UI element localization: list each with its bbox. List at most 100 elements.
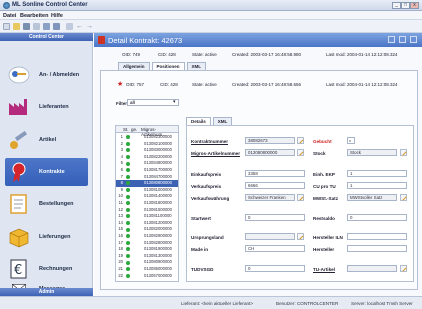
open-folder-icon[interactable]	[13, 23, 20, 30]
row-artikelnummer: 013081100000	[144, 213, 172, 219]
outer-tab-bar: Allgemein Positionen XML	[118, 62, 207, 70]
edit-pencil-icon[interactable]	[400, 149, 407, 156]
sidebar-item-lieferanten[interactable]: Lieferanten	[5, 93, 88, 121]
sidebar-item-lieferungen[interactable]: Lieferungen	[5, 223, 88, 251]
sidebar-item-anmelden[interactable]: An- / Abmelden	[5, 61, 88, 89]
save-icon[interactable]	[23, 23, 30, 30]
menu-hilfe[interactable]: Hilfe	[51, 13, 63, 19]
field-einh-ekp[interactable]: 1	[347, 170, 407, 177]
field-ursprungsland[interactable]	[245, 233, 295, 240]
edit-pencil-icon[interactable]	[297, 137, 304, 144]
table-row[interactable]: 11 013081800000	[116, 200, 178, 206]
table-row[interactable]: 13 013081100000	[116, 213, 178, 219]
table-row[interactable]: 2 013082100000	[116, 141, 178, 147]
sidebar-item-rechnungen[interactable]: € Rechnungen	[5, 255, 88, 283]
col-header-ge[interactable]: ge.	[131, 127, 137, 132]
table-row[interactable]: 8 013080800000	[116, 180, 178, 187]
col-header-st[interactable]: St.	[123, 127, 129, 132]
header-save-icon[interactable]	[388, 36, 395, 43]
field-hersteller-iln[interactable]	[347, 233, 407, 240]
tab-details[interactable]: Details	[186, 117, 211, 125]
table-row[interactable]: 6 013081700000	[116, 167, 178, 173]
forward-arrow-icon[interactable]: →	[86, 23, 93, 30]
minimize-button[interactable]: _	[392, 2, 401, 9]
contract-cid: CID: 428	[158, 52, 176, 57]
header-close-icon[interactable]	[410, 36, 417, 43]
row-artikelnummer: 013081500000	[144, 206, 172, 212]
paste-icon[interactable]	[53, 23, 60, 30]
filter-select[interactable]: all	[127, 99, 179, 106]
field-mwst-satz[interactable]: MWStvoller Satz	[347, 194, 397, 201]
field-restsaldo[interactable]: 0	[347, 214, 407, 221]
field-einkaufspreis[interactable]: 3358	[245, 170, 305, 177]
label-tu-artikel[interactable]: TU-Artikel	[313, 267, 335, 272]
field-stock[interactable]: Stock	[347, 149, 397, 156]
table-row[interactable]: 9 013081000000	[116, 187, 178, 193]
label-migros-artikelnummer[interactable]: Migros-Artikelnummer	[191, 151, 240, 156]
table-row[interactable]: 10 013081400000	[116, 193, 178, 199]
table-row[interactable]: 15 013082000000	[116, 226, 178, 232]
table-row[interactable]: 16 013082900000	[116, 233, 178, 239]
label-verkaufswaehrung: Verkaufswährung	[191, 196, 230, 201]
table-row[interactable]: 1 013082300000	[116, 134, 178, 140]
field-startwert[interactable]: 0	[245, 214, 305, 221]
back-arrow-icon[interactable]: ←	[76, 23, 83, 30]
field-kontraktnummer[interactable]: 38082673	[245, 137, 295, 144]
table-row[interactable]: 17 013082800000	[116, 240, 178, 246]
field-verkaufspreis[interactable]: 6666	[245, 182, 305, 189]
table-row[interactable]: 20 013080900000	[116, 259, 178, 265]
label-gebucht: Gebucht	[313, 139, 332, 144]
table-row[interactable]: 14 013081200000	[116, 220, 178, 226]
table-row[interactable]: 4 013082200000	[116, 154, 178, 160]
status-ok-icon	[126, 273, 130, 278]
field-verkaufswaehrung[interactable]: Schweizer Franken	[245, 194, 295, 201]
menu-bearbeiten[interactable]: Bearbeiten	[20, 13, 48, 19]
edit-pencil-icon[interactable]	[400, 194, 407, 201]
sidebar-footer-admin[interactable]: Admin	[0, 288, 93, 296]
copy-icon[interactable]	[43, 23, 50, 30]
edit-pencil-icon[interactable]	[297, 233, 304, 240]
row-number: 2	[120, 140, 123, 146]
table-row[interactable]: 21 013085000000	[116, 266, 178, 272]
list-icon[interactable]	[66, 23, 73, 30]
header-refresh-icon[interactable]	[399, 36, 406, 43]
field-tu-artikel[interactable]	[347, 265, 397, 272]
sidebar-item-label: Rechnungen	[39, 266, 73, 272]
field-tudvsgd[interactable]: 0	[245, 265, 305, 272]
table-row[interactable]: 22 013057000000	[116, 273, 178, 279]
edit-pencil-icon[interactable]	[297, 149, 304, 156]
table-row[interactable]: 3 013083000000	[116, 147, 178, 153]
field-cu-pro-tu[interactable]: 1	[347, 182, 407, 189]
field-made-in[interactable]: CH	[245, 245, 305, 252]
edit-pencil-icon[interactable]	[400, 265, 407, 272]
tab-xml-inner[interactable]: XML	[212, 117, 233, 125]
menu-datei[interactable]: Datei	[3, 13, 16, 19]
field-hersteller[interactable]	[347, 245, 407, 252]
filter-label: Filter	[116, 101, 128, 106]
sidebar-item-kontrakte[interactable]: Kontrakte	[5, 158, 88, 186]
field-migros-artikelnummer[interactable]: 013080800000	[245, 149, 295, 156]
sidebar-item-artikel[interactable]: Artikel	[5, 126, 88, 154]
row-number: 19	[118, 252, 123, 258]
table-row[interactable]: 5 013084800000	[116, 160, 178, 166]
table-row[interactable]: 19 013081300000	[116, 253, 178, 259]
close-button[interactable]: x	[410, 2, 419, 9]
row-number: 16	[118, 233, 123, 238]
label-kontraktnummer[interactable]: Kontraktnummer	[191, 139, 228, 144]
maximize-button[interactable]: □	[401, 2, 410, 9]
tab-xml-outer[interactable]: XML	[186, 62, 207, 70]
row-number: 18	[118, 246, 123, 252]
checkbox-gebucht[interactable]: x	[347, 137, 355, 144]
tab-allgemein[interactable]: Allgemein	[118, 62, 150, 70]
table-row[interactable]: 12 013081500000	[116, 207, 178, 213]
new-icon[interactable]	[3, 23, 10, 30]
tab-positionen[interactable]: Positionen	[151, 62, 185, 70]
sidebar-item-bestellungen[interactable]: Bestellungen	[5, 190, 88, 218]
edit-pencil-icon[interactable]	[297, 194, 304, 201]
positions-grid: St. ge. Migros-Artikelnum... 1 0130823000…	[115, 125, 179, 282]
table-row[interactable]: 7 013084700000	[116, 174, 178, 180]
cut-icon[interactable]	[33, 23, 40, 30]
row-number: 14	[118, 219, 123, 225]
status-ok-icon	[126, 240, 130, 245]
table-row[interactable]: 18 013081900000	[116, 246, 178, 252]
